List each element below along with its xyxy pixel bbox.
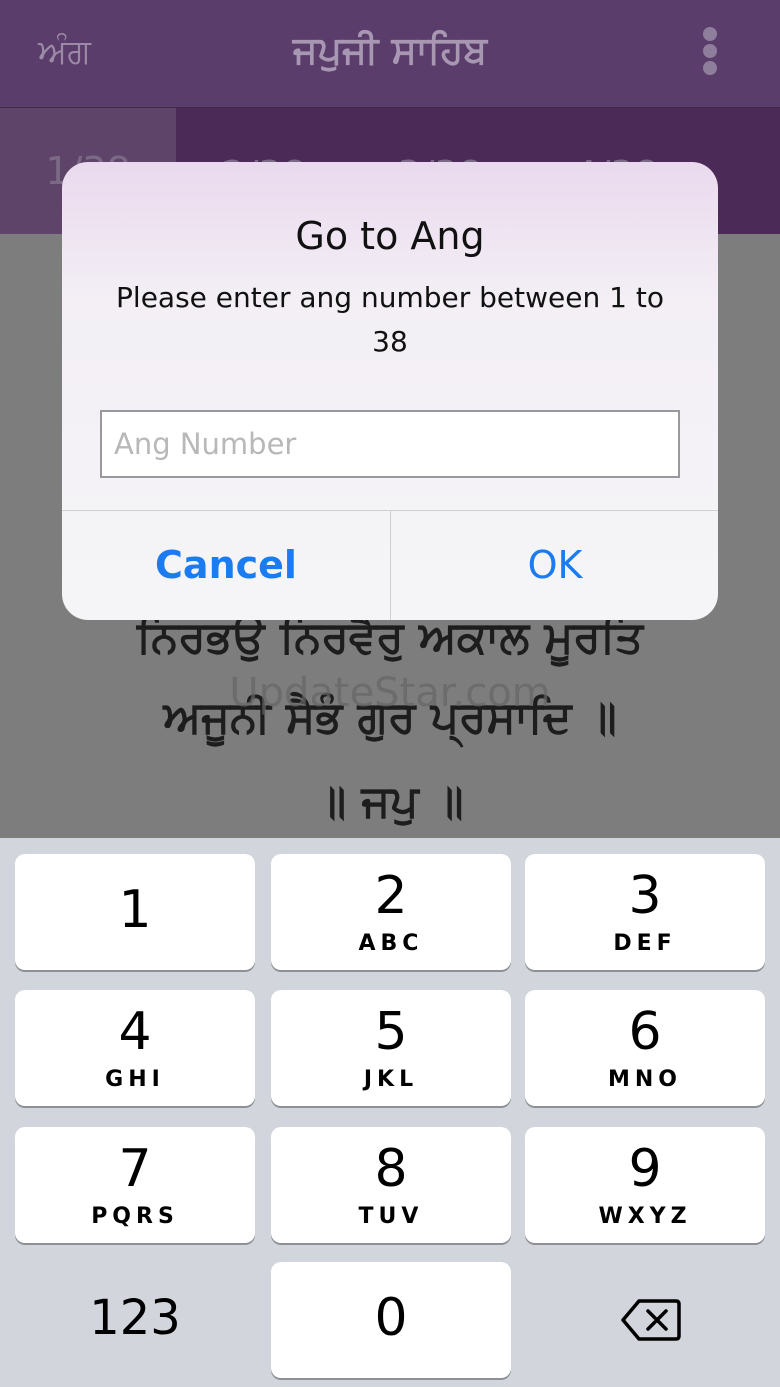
key-digit: 7 (118, 1139, 152, 1199)
go-to-ang-dialog: Go to Ang Please enter ang number betwee… (62, 162, 718, 620)
key-9[interactable]: 9 WXYZ (525, 1127, 765, 1243)
menu-dot (703, 27, 717, 41)
key-7[interactable]: 7 PQRS (15, 1127, 255, 1243)
key-digit: 2 (374, 866, 408, 926)
dialog-title: Go to Ang (295, 214, 485, 258)
key-digit: 0 (374, 1288, 408, 1348)
key-1[interactable]: 1 (15, 854, 255, 970)
key-digit: 6 (628, 1002, 662, 1062)
ang-number-input[interactable] (100, 410, 680, 478)
key-letters: MNO (607, 1067, 682, 1092)
key-letters: DEF (613, 931, 677, 956)
mode-123-key[interactable]: 123 (15, 1262, 255, 1378)
key-digit: 5 (374, 1002, 408, 1062)
cancel-button[interactable]: Cancel (62, 511, 390, 620)
key-digit: 1 (118, 880, 152, 940)
key-letters: PQRS (91, 1204, 179, 1229)
page-title: ਜਪੁਜੀ ਸਾਹਿਬ (292, 28, 488, 72)
delete-key[interactable] (525, 1262, 765, 1378)
key-2[interactable]: 2 ABC (271, 854, 511, 970)
menu-dot (703, 61, 717, 75)
more-vertical-icon[interactable] (703, 27, 719, 77)
ok-button[interactable]: OK (391, 511, 718, 620)
navigation-bar: ਅੰਗ ਜਪੁਜੀ ਸਾਹਿਬ (0, 0, 780, 108)
key-digit: 4 (118, 1002, 152, 1062)
gurbani-line: ॥ ਜਪੁ ॥ (316, 776, 464, 827)
mode-label: 123 (89, 1290, 181, 1346)
key-letters: JKL (363, 1067, 419, 1092)
key-digit: 8 (374, 1139, 408, 1199)
key-3[interactable]: 3 DEF (525, 854, 765, 970)
watermark: UpdateStar.com (229, 670, 551, 716)
key-letters: GHI (105, 1067, 165, 1092)
key-letters: TUV (358, 1204, 424, 1229)
menu-dot (703, 44, 717, 58)
key-letters: ABC (358, 931, 424, 956)
key-0[interactable]: 0 (271, 1262, 511, 1378)
dialog-message: Please enter ang number between 1 to 38 (116, 281, 664, 358)
key-4[interactable]: 4 GHI (15, 990, 255, 1106)
backspace-icon (621, 1299, 681, 1341)
key-5[interactable]: 5 JKL (271, 990, 511, 1106)
key-6[interactable]: 6 MNO (525, 990, 765, 1106)
key-digit: 9 (628, 1139, 662, 1199)
number-keypad: 1 2 ABC 3 DEF 4 GHI 5 JKL 6 MNO 7 PQRS 8… (0, 838, 780, 1387)
key-letters: WXYZ (598, 1204, 692, 1229)
key-digit: 3 (628, 866, 662, 926)
key-8[interactable]: 8 TUV (271, 1127, 511, 1243)
